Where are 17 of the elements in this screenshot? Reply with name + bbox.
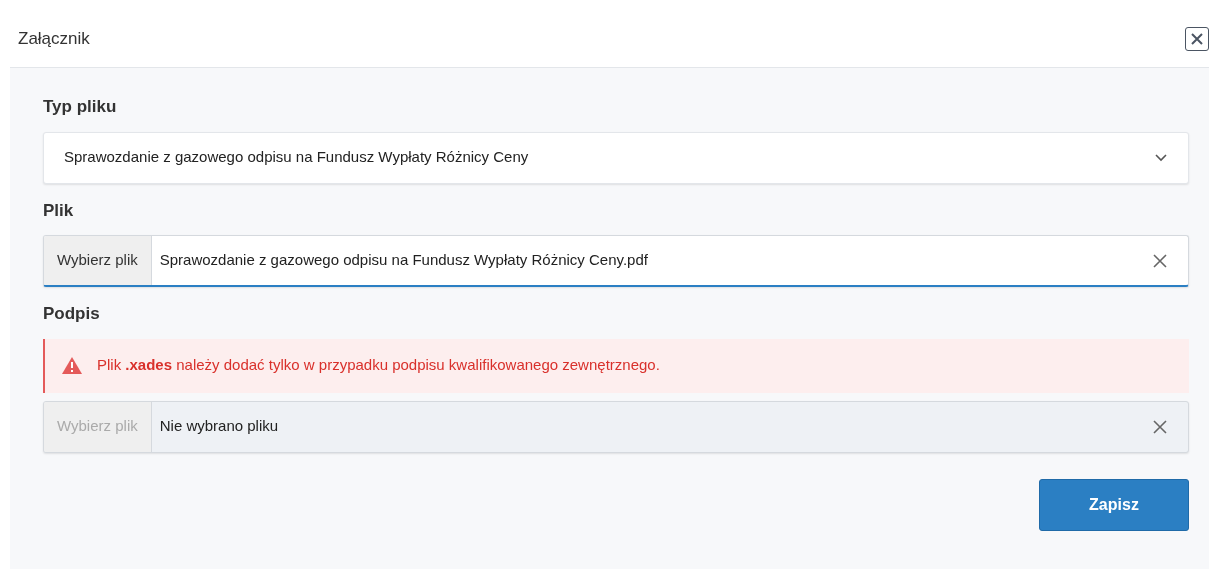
alert-text: Plik .xades należy dodać tylko w przypadku podpisu kwalifikowanego zewnętrznego. [97,355,660,376]
file-type-select[interactable]: Sprawozdanie z gazowego odpisu na Fundusz Wypłaty Różnicy Ceny [43,131,1189,184]
clear-icon [1152,252,1168,269]
field-label: Typ pliku [43,96,117,118]
dialog-title: Załącznik [18,27,90,50]
file-name: Nie wybrano pliku [158,416,280,437]
clear-icon [1152,418,1168,435]
choose-file-button[interactable]: Wybierz plik [44,236,152,285]
save-button[interactable]: Zapisz [1039,478,1189,531]
warning-icon [61,356,83,375]
field-label: Plik [43,199,74,222]
chevron-down-icon [1154,153,1168,162]
file-name: Sprawozdanie z gazowego odpisu na Fundusz Wypłaty Różnicy Ceny.pdf [158,250,649,271]
file-input[interactable]: Wybierz plik Sprawozdanie z gazowego odpisu na Fundusz Wypłaty Różnicy Ceny.pdf [43,235,1189,287]
close-button[interactable] [1185,26,1209,51]
field-label: Podpis [43,303,100,325]
close-icon [1190,31,1204,46]
